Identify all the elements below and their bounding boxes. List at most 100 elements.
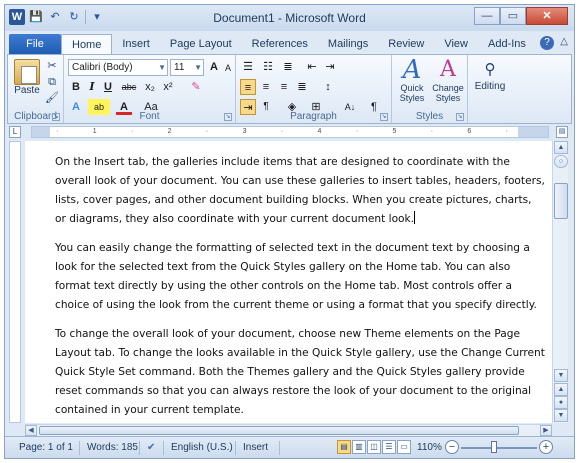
insert-mode-indicator[interactable]: Insert [243, 442, 268, 453]
line-spacing-icon[interactable]: ↕ [320, 79, 336, 95]
numbering-icon[interactable]: ☷ [260, 59, 276, 75]
multilevel-list-icon[interactable]: ≣ [280, 59, 296, 75]
text-caret [414, 211, 416, 224]
zoom-level[interactable]: 110% [417, 442, 442, 453]
group-editing: ⚲ Editing [468, 55, 512, 123]
align-left-icon[interactable]: ≡ [240, 79, 256, 95]
group-clipboard: Paste ✂ ⧉ 🖌 Clipboard ↘ [8, 55, 64, 123]
quick-styles-icon: A [402, 55, 422, 85]
paragraph-2[interactable]: You can easily change the formatting of … [55, 239, 545, 315]
next-page-icon[interactable]: ▼ [554, 409, 568, 422]
align-right-icon[interactable]: ≡ [276, 79, 292, 95]
quick-styles-button[interactable]: A Quick Styles [394, 57, 430, 103]
underline-button[interactable]: U [100, 79, 116, 95]
ruler-row: L · 1 · 2 · 3 · 4 · 5 · 6 · ▤ [7, 125, 572, 139]
zoom-slider-track[interactable] [461, 447, 537, 449]
tab-add-ins[interactable]: Add-Ins [478, 34, 536, 54]
scroll-left-icon[interactable]: ◀ [25, 425, 37, 436]
word-count[interactable]: Words: 185 [87, 442, 138, 453]
tab-selector-icon[interactable]: L [9, 126, 21, 138]
paragraph-launcher-icon[interactable]: ↘ [380, 113, 388, 121]
change-styles-icon: A [440, 57, 456, 82]
tab-insert[interactable]: Insert [112, 34, 160, 54]
horizontal-scroll-thumb[interactable] [39, 426, 519, 435]
scroll-up-icon[interactable]: ▲ [554, 141, 568, 154]
paragraph-3[interactable]: To change the overall look of your docum… [55, 325, 545, 420]
title-bar: W 💾 ↶ ↻ ▾ Document1 - Microsoft Word — ▭… [5, 5, 574, 31]
group-font: Calibri (Body) ▼ 11 ▼ A A B I U abc x₂ x… [64, 55, 236, 123]
minimize-button[interactable]: — [474, 7, 500, 25]
ribbon: Paste ✂ ⧉ 🖌 Clipboard ↘ Calibri (Body) ▼… [7, 54, 572, 124]
page-count[interactable]: Page: 1 of 1 [19, 442, 73, 453]
bold-button[interactable]: B [68, 79, 84, 95]
superscript-button[interactable]: x² [160, 79, 176, 95]
horizontal-scrollbar[interactable]: ◀ ▶ [25, 424, 552, 436]
help-icon[interactable]: ? [540, 36, 554, 50]
horizontal-ruler[interactable]: · 1 · 2 · 3 · 4 · 5 · 6 · [31, 126, 549, 138]
previous-page-icon[interactable]: ▲ [554, 383, 568, 396]
maximize-button[interactable]: ▭ [500, 7, 526, 25]
proofing-icon[interactable]: ✔ [147, 442, 155, 453]
align-center-icon[interactable]: ≡ [258, 79, 274, 95]
change-styles-label: Change Styles [432, 83, 464, 103]
styles-launcher-icon[interactable]: ↘ [456, 113, 464, 121]
tab-home[interactable]: Home [61, 34, 113, 54]
font-size-combo[interactable]: 11 ▼ [170, 59, 204, 76]
strikethrough-button[interactable]: abc [118, 79, 140, 95]
copy-icon[interactable]: ⧉ [44, 75, 60, 89]
draft-view-icon[interactable]: ▭ [397, 440, 411, 454]
document-body[interactable]: On the Insert tab, the galleries include… [55, 153, 545, 423]
shrink-font-button[interactable]: A [220, 60, 236, 76]
ruler-toggle-icon[interactable]: ○ [554, 155, 568, 168]
window-controls: — ▭ ✕ [474, 7, 568, 25]
font-launcher-icon[interactable]: ↘ [224, 113, 232, 121]
paste-button[interactable]: Paste [12, 59, 42, 96]
vertical-scrollbar[interactable]: ▲ ○ ▼ ▲ ● ▼ [552, 141, 568, 423]
document-page[interactable]: On the Insert tab, the galleries include… [25, 141, 552, 423]
tab-file[interactable]: File [9, 34, 61, 54]
tab-view[interactable]: View [434, 34, 478, 54]
font-name-combo[interactable]: Calibri (Body) ▼ [68, 59, 168, 76]
italic-button[interactable]: I [84, 79, 100, 95]
vertical-scroll-thumb[interactable] [554, 183, 568, 219]
status-separator [279, 441, 280, 455]
subscript-button[interactable]: x₂ [142, 79, 158, 95]
clipboard-launcher-icon[interactable]: ↘ [52, 113, 60, 121]
scroll-right-icon[interactable]: ▶ [540, 425, 552, 436]
outline-view-icon[interactable]: ☰ [382, 440, 396, 454]
paragraph-1[interactable]: On the Insert tab, the galleries include… [55, 153, 545, 229]
close-button[interactable]: ✕ [526, 7, 568, 25]
minimize-ribbon-icon[interactable]: △ [560, 36, 568, 47]
language-indicator[interactable]: English (U.S.) [171, 442, 233, 453]
full-screen-reading-icon[interactable]: ▥ [352, 440, 366, 454]
change-styles-button[interactable]: A Change Styles [430, 57, 466, 103]
tab-page-layout[interactable]: Page Layout [160, 34, 242, 54]
select-browse-object-icon[interactable]: ● [554, 396, 568, 409]
status-separator [163, 441, 164, 455]
binoculars-icon: ⚲ [484, 61, 496, 78]
tab-mailings[interactable]: Mailings [318, 34, 378, 54]
justify-icon[interactable]: ≣ [294, 79, 310, 95]
zoom-out-button[interactable]: − [445, 440, 459, 454]
status-separator [139, 441, 140, 455]
vertical-ruler[interactable] [9, 141, 21, 423]
format-painter-icon[interactable]: 🖌 [44, 91, 60, 105]
web-layout-icon[interactable]: ◫ [367, 440, 381, 454]
zoom-in-button[interactable]: + [539, 440, 553, 454]
clear-formatting-icon[interactable]: ✎ [188, 79, 204, 95]
status-separator [235, 441, 236, 455]
bullets-icon[interactable]: ☰ [240, 59, 256, 75]
word-window: W 💾 ↶ ↻ ▾ Document1 - Microsoft Word — ▭… [4, 4, 575, 459]
zoom-slider-thumb[interactable] [491, 441, 497, 453]
editing-button[interactable]: ⚲ Editing [470, 59, 510, 92]
tab-references[interactable]: References [242, 34, 318, 54]
font-group-label: Font [139, 111, 160, 122]
status-separator [79, 441, 80, 455]
increase-indent-icon[interactable]: ⇥ [322, 59, 338, 75]
tab-review[interactable]: Review [378, 34, 434, 54]
cut-icon[interactable]: ✂ [44, 59, 60, 73]
view-ruler-icon[interactable]: ▤ [556, 126, 568, 138]
decrease-indent-icon[interactable]: ⇤ [304, 59, 320, 75]
print-layout-icon[interactable]: ▤ [337, 440, 351, 454]
scroll-down-icon[interactable]: ▼ [554, 369, 568, 382]
